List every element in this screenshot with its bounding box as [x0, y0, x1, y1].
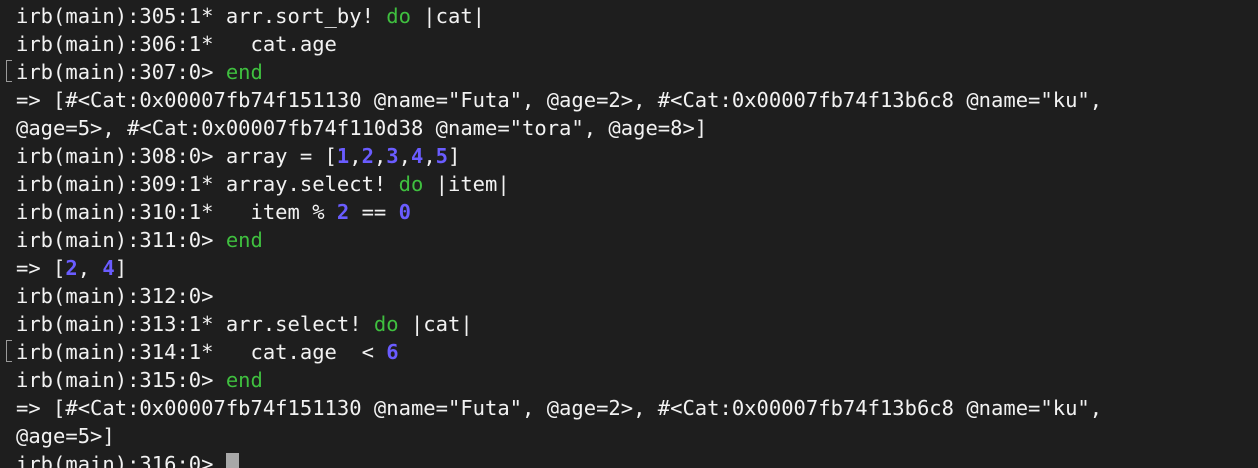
text-token: irb(main):315:0>: [16, 368, 226, 392]
number-token: 5: [435, 144, 448, 168]
keyword-token: end: [225, 368, 263, 392]
text-token: irb(main):306:1* cat.age: [16, 32, 337, 56]
text-token: ]: [448, 144, 461, 168]
text-token: ,: [77, 256, 103, 280]
text-token: ==: [349, 200, 399, 224]
text-token: irb(main):310:1* item %: [16, 200, 337, 224]
text-token: ]: [114, 256, 128, 280]
text-token: |cat|: [398, 312, 473, 336]
terminal-line: => [#<Cat:0x00007fb74f151130 @name="Futa…: [16, 394, 1102, 422]
terminal-line: irb(main):306:1* cat.age: [16, 30, 1102, 58]
text-token: => [#<Cat:0x00007fb74f151130 @name="Futa…: [16, 396, 1103, 420]
terminal-line: => [2, 4]: [16, 254, 1102, 282]
text-token: |item|: [423, 172, 510, 196]
number-token: 2: [336, 200, 350, 224]
terminal-line: irb(main):309:1* array.select! do |item|: [16, 170, 1102, 198]
terminal-line: irb(main):307:0> end: [16, 58, 1102, 86]
terminal-line: irb(main):313:1* arr.select! do |cat|: [16, 310, 1102, 338]
number-token: 6: [386, 340, 399, 364]
terminal-line: => [#<Cat:0x00007fb74f151130 @name="Futa…: [16, 86, 1102, 114]
number-token: 1: [336, 144, 350, 168]
mark-bracket: [6, 60, 12, 82]
terminal-line: irb(main):308:0> array = [1,2,3,4,5]: [16, 142, 1102, 170]
text-token: irb(main):305:1* arr.sort_by!: [16, 4, 387, 28]
terminal-line: irb(main):312:0>: [16, 282, 1102, 310]
text-token: irb(main):313:1* arr.select!: [16, 312, 374, 336]
text-token: irb(main):312:0>: [16, 284, 214, 308]
text-token: => [: [16, 256, 66, 280]
number-token: 4: [410, 144, 424, 168]
terminal-line: irb(main):310:1* item % 2 == 0: [16, 198, 1102, 226]
number-token: 2: [361, 144, 374, 168]
text-token: irb(main):314:1* cat.age <: [16, 340, 387, 364]
terminal-line: irb(main):305:1* arr.sort_by! do |cat|: [16, 2, 1102, 30]
terminal-line: irb(main):314:1* cat.age < 6: [16, 338, 1102, 366]
text-token: ,: [398, 144, 411, 168]
text-token: => [#<Cat:0x00007fb74f151130 @name="Futa…: [16, 88, 1103, 112]
terminal-line: irb(main):315:0> end: [16, 366, 1102, 394]
text-token: ,: [373, 144, 387, 168]
mark-bracket: [6, 340, 12, 362]
keyword-token: end: [225, 228, 263, 252]
keyword-token: do: [373, 312, 399, 336]
keyword-token: end: [225, 60, 263, 84]
text-token: @age=5>, #<Cat:0x00007fb74f110d38 @name=…: [16, 116, 708, 140]
number-token: 3: [386, 144, 399, 168]
number-token: 2: [65, 256, 78, 280]
keyword-token: do: [386, 4, 411, 28]
text-token: irb(main):307:0>: [16, 60, 226, 84]
text-token: irb(main):316:0>: [16, 452, 226, 468]
number-token: 4: [102, 256, 115, 280]
text-token: irb(main):311:0>: [16, 228, 226, 252]
terminal-line: @age=5>]: [16, 422, 1102, 450]
text-token: ,: [349, 144, 362, 168]
terminal-line: irb(main):311:0> end: [16, 226, 1102, 254]
text-token: @age=5>]: [16, 424, 115, 448]
terminal-line: @age=5>, #<Cat:0x00007fb74f110d38 @name=…: [16, 114, 1102, 142]
terminal-window[interactable]: irb(main):305:1* arr.sort_by! do |cat| ir…: [0, 0, 1258, 468]
text-token: irb(main):308:0> array = [: [16, 144, 337, 168]
text-token: ,: [423, 144, 436, 168]
block-cursor: [225, 453, 239, 468]
prompt-line[interactable]: irb(main):316:0>: [16, 450, 1102, 468]
keyword-token: do: [398, 172, 424, 196]
number-token: 0: [398, 200, 411, 224]
text-token: irb(main):309:1* array.select!: [16, 172, 399, 196]
terminal-output: irb(main):305:1* arr.sort_by! do |cat| ir…: [16, 2, 1102, 468]
text-token: |cat|: [410, 4, 486, 28]
